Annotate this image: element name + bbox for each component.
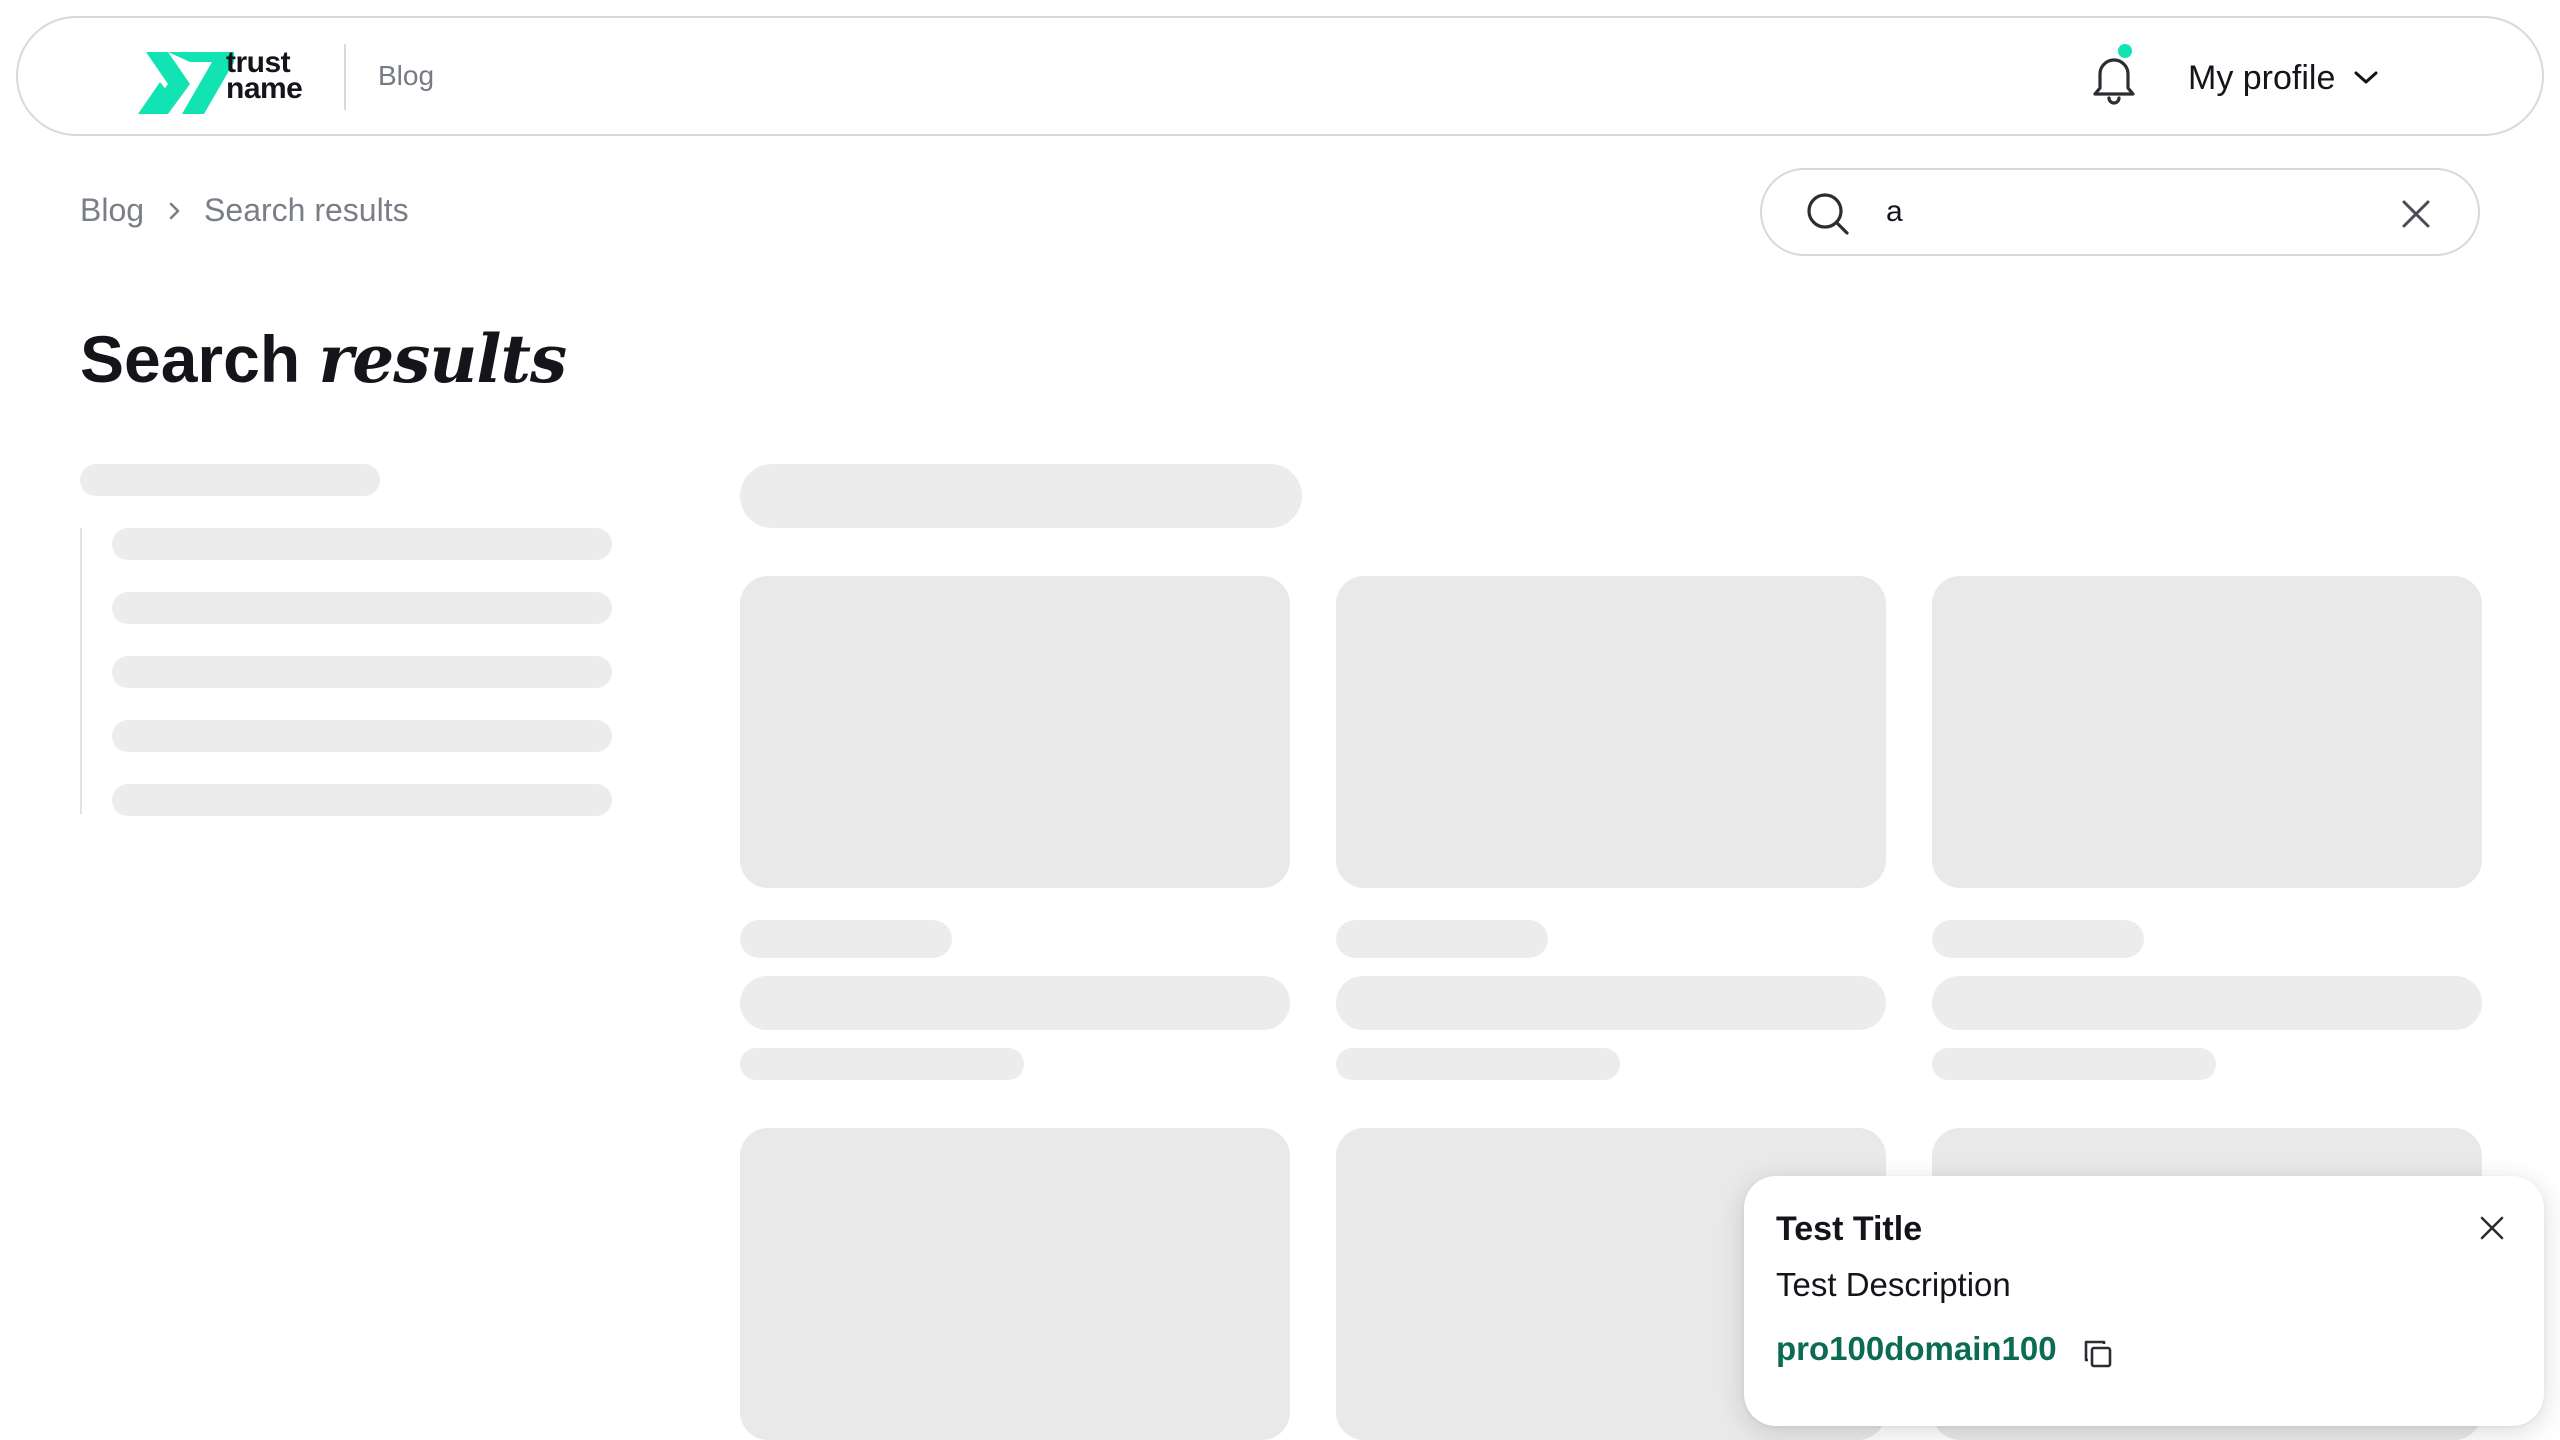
skeleton-sidebar-item xyxy=(112,528,612,560)
skeleton-card-image xyxy=(1932,576,2482,888)
skeleton-card-title xyxy=(740,976,1290,1030)
search-icon xyxy=(1807,193,1849,235)
logo-mark-icon xyxy=(138,52,234,114)
breadcrumb-item-blog[interactable]: Blog xyxy=(80,192,144,229)
skeleton-card-meta xyxy=(1932,1048,2216,1080)
search-bar xyxy=(1760,168,2480,256)
skeleton-sidebar-item xyxy=(112,720,612,752)
toast-title: Test Title xyxy=(1776,1210,1923,1248)
page-title: Search results xyxy=(80,320,567,398)
header-divider xyxy=(344,44,346,110)
breadcrumb-item-current: Search results xyxy=(204,192,409,228)
close-icon[interactable] xyxy=(2398,196,2434,232)
skeleton-sidebar-item xyxy=(112,592,612,624)
skeleton-card-tag xyxy=(1932,920,2144,958)
skeleton-results-heading xyxy=(740,464,1302,528)
skeleton-card-tag xyxy=(1336,920,1548,958)
skeleton-card-title xyxy=(1336,976,1886,1030)
profile-menu-button[interactable]: My profile xyxy=(2188,56,2379,100)
skeleton-sidebar-item xyxy=(112,656,612,688)
breadcrumb: Blog Search results xyxy=(80,192,409,229)
skeleton-sidebar-item xyxy=(112,784,612,816)
profile-label: My profile xyxy=(2188,58,2336,97)
search-input[interactable] xyxy=(1886,188,2366,236)
skeleton-card-image xyxy=(740,576,1290,888)
skeleton-card-tag xyxy=(740,920,952,958)
page-title-italic: results xyxy=(318,320,567,398)
toast-notification: Test Title Test Description pro100domain… xyxy=(1744,1176,2544,1426)
close-icon[interactable] xyxy=(2476,1212,2508,1244)
page-title-regular: Search xyxy=(80,322,301,396)
skeleton-card-image xyxy=(1336,576,1886,888)
skeleton-card-image xyxy=(740,1128,1290,1440)
skeleton-sidebar-heading xyxy=(80,464,380,496)
skeleton-card-meta xyxy=(1336,1048,1620,1080)
header-section-label[interactable]: Blog xyxy=(378,60,434,92)
logo[interactable]: trust name xyxy=(122,38,342,118)
toast-domain-link[interactable]: pro100domain100 xyxy=(1776,1330,2057,1368)
logo-text: trust name xyxy=(226,48,303,105)
skeleton-card-title xyxy=(1932,976,2482,1030)
top-header: trust name Blog My profile xyxy=(16,16,2544,136)
logo-text-line2: name xyxy=(226,72,303,105)
skeleton-card-meta xyxy=(740,1048,1024,1080)
copy-icon[interactable] xyxy=(2080,1336,2116,1372)
toast-description: Test Description xyxy=(1776,1266,2011,1303)
notification-dot xyxy=(2118,44,2132,58)
chevron-down-icon xyxy=(2354,71,2378,84)
bell-icon[interactable] xyxy=(2086,48,2142,108)
chevron-right-icon xyxy=(169,202,180,219)
skeleton-sidebar-rule xyxy=(80,528,82,814)
